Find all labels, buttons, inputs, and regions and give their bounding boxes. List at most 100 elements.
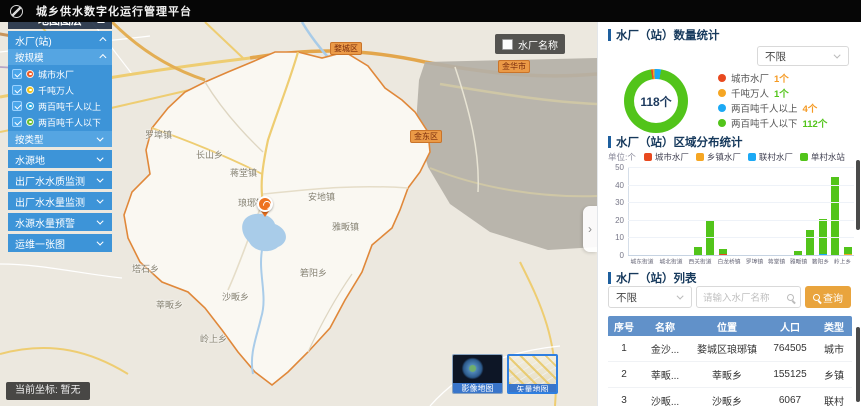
legend-value: 1个 bbox=[774, 71, 789, 85]
bar-legend-item[interactable]: 城市水厂 bbox=[644, 151, 689, 163]
checkbox-checked-icon[interactable] bbox=[12, 101, 22, 111]
imagery-thumbnail bbox=[453, 355, 502, 383]
layer-checkbox-item[interactable]: 城市水厂 bbox=[8, 66, 112, 82]
checkbox-checked-icon[interactable] bbox=[12, 69, 22, 79]
x-axis-label bbox=[765, 258, 766, 266]
layer-checkbox-item[interactable]: 千吨万人 bbox=[8, 82, 112, 98]
scale-checkbox-list: 城市水厂千吨万人两百吨千人以上两百吨千人以下 bbox=[8, 65, 112, 131]
sidebar-item-运维一张图[interactable]: 运维一张图 bbox=[8, 234, 112, 252]
donut-center: 118个 bbox=[634, 79, 678, 123]
legend-dot-icon bbox=[718, 89, 726, 97]
x-axis-label bbox=[787, 258, 788, 266]
legend-label: 联村水厂 bbox=[759, 151, 793, 163]
chevron-down-icon bbox=[97, 217, 104, 224]
stats-filter-dropdown[interactable]: 不限 bbox=[757, 46, 849, 66]
imagery-label: 影像地图 bbox=[453, 383, 502, 394]
table-cell: 沙畈... bbox=[640, 393, 690, 406]
sidebar-item-水源地[interactable]: 水源地 bbox=[8, 150, 112, 168]
bar-category bbox=[704, 221, 717, 256]
checkbox-checked-icon[interactable] bbox=[12, 117, 22, 127]
legend-dot-icon bbox=[718, 119, 726, 127]
search-icon bbox=[813, 294, 820, 301]
map-pin-icon bbox=[26, 102, 34, 110]
legend-label: 两百吨千人以下 bbox=[731, 116, 798, 130]
platform-logo-icon bbox=[10, 5, 23, 18]
scrollbar-thumb[interactable] bbox=[856, 327, 860, 402]
chevron-up-icon bbox=[99, 53, 106, 60]
title-accent-bar bbox=[608, 136, 611, 148]
sidebar-item-出厂水水量监测[interactable]: 出厂水水量监测 bbox=[8, 192, 112, 210]
bar-legend-item[interactable]: 联村水厂 bbox=[748, 151, 793, 163]
plant-name-search-input[interactable]: 请输入水厂名称 bbox=[696, 286, 801, 308]
distribution-section-title: 水厂（站）区域分布统计 bbox=[608, 134, 743, 150]
legend-label: 千吨万人 bbox=[731, 86, 769, 100]
chevron-down-icon bbox=[97, 154, 104, 161]
district-name-badge: 金东区 bbox=[410, 130, 442, 143]
stats-section-title: 水厂（站）数量统计 bbox=[608, 27, 720, 43]
grid-line bbox=[628, 202, 854, 203]
chevron-up-icon bbox=[99, 36, 106, 43]
plant-list-table: 序号 名称 位置 人口 类型 1金沙...婺城区琅琊镇764505城市2莘畈..… bbox=[608, 316, 852, 406]
legend-square-icon bbox=[644, 153, 652, 161]
map-pin-icon bbox=[26, 118, 34, 126]
grid-line bbox=[628, 237, 854, 238]
basemap-option-imagery[interactable]: 影像地图 bbox=[452, 354, 503, 394]
basemap-option-vector[interactable]: 矢量地图 bbox=[507, 354, 558, 394]
app-root: 城乡供水数字化运行管理平台 bbox=[0, 0, 861, 406]
x-axis-label: 白龙桥镇 bbox=[718, 258, 741, 266]
y-tick-label: 10 bbox=[615, 233, 624, 242]
legend-label: 两百吨千人以上 bbox=[731, 101, 798, 115]
plant-count-donut-chart: 118个 bbox=[624, 69, 688, 133]
map-pin-icon bbox=[26, 70, 34, 78]
table-row[interactable]: 1金沙...婺城区琅琊镇764505城市 bbox=[608, 336, 852, 362]
layer-checkbox-item[interactable]: 两百吨千人以上 bbox=[8, 98, 112, 114]
table-row[interactable]: 2莘畈...莘畈乡155125乡镇 bbox=[608, 362, 852, 388]
x-axis-label: 城东街道 bbox=[631, 258, 654, 266]
legend-square-icon bbox=[800, 153, 808, 161]
layer-checkbox-item[interactable]: 两百吨千人以下 bbox=[8, 114, 112, 130]
plant-name-toggle[interactable]: 水厂名称 bbox=[495, 34, 565, 54]
town-name-label: 塔石乡 bbox=[132, 262, 159, 275]
legend-label: 单村水站 bbox=[811, 151, 845, 163]
legend-label: 城市水厂 bbox=[731, 71, 769, 85]
chevron-down-icon bbox=[97, 196, 104, 203]
sidebar-item-水源水量预警[interactable]: 水源水量预警 bbox=[8, 213, 112, 231]
bar-legend-item[interactable]: 乡镇水厂 bbox=[696, 151, 741, 163]
legend-dot-icon bbox=[718, 74, 726, 82]
sidebar-group-by-scale[interactable]: 按规模 bbox=[8, 49, 112, 65]
top-header-bar: 城乡供水数字化运行管理平台 bbox=[0, 0, 861, 22]
layer-item-label: 城市水厂 bbox=[38, 68, 74, 81]
panel-collapse-tab[interactable]: › bbox=[583, 206, 597, 252]
bar-stack[interactable] bbox=[806, 230, 814, 256]
x-axis-label: 蒋堂镇 bbox=[768, 258, 785, 266]
bar-segment-单村水站 bbox=[844, 247, 852, 254]
grid-line bbox=[628, 220, 854, 221]
legend-square-icon bbox=[696, 153, 704, 161]
plant-name-checkbox[interactable] bbox=[502, 39, 513, 50]
table-cell: 金沙... bbox=[640, 341, 690, 356]
bar-legend-item[interactable]: 单村水站 bbox=[800, 151, 845, 163]
scrollbar-thumb[interactable] bbox=[856, 160, 860, 230]
chevron-down-icon bbox=[677, 292, 684, 299]
sidebar-item-label: 水源地 bbox=[15, 152, 45, 167]
query-button[interactable]: 查询 bbox=[805, 286, 851, 308]
table-row[interactable]: 3沙畈...沙畈乡6067联村 bbox=[608, 388, 852, 406]
grid-line bbox=[628, 185, 854, 186]
table-cell: 乡镇 bbox=[816, 367, 852, 382]
sidebar-item-water-plant[interactable]: 水厂(站) bbox=[8, 31, 112, 49]
bar-stack[interactable] bbox=[706, 221, 714, 256]
town-name-label: 沙畈乡 bbox=[222, 290, 249, 303]
water-plant-marker[interactable] bbox=[257, 196, 273, 218]
plant-name-toggle-label: 水厂名称 bbox=[518, 37, 558, 52]
sidebar-group-by-type[interactable]: 按类型 bbox=[8, 131, 112, 147]
col-header-location: 位置 bbox=[690, 319, 764, 334]
sidebar-item-出厂水水质监测[interactable]: 出厂水水质监测 bbox=[8, 171, 112, 189]
legend-label: 乡镇水厂 bbox=[707, 151, 741, 163]
list-filter-dropdown[interactable]: 不限 bbox=[608, 286, 692, 308]
legend-value: 1个 bbox=[774, 86, 789, 100]
x-axis-label bbox=[853, 258, 854, 266]
checkbox-checked-icon[interactable] bbox=[12, 85, 22, 95]
bar-chart-legend: 城市水厂 乡镇水厂 联村水厂 单村水站 bbox=[644, 151, 845, 163]
bar-stack[interactable] bbox=[831, 177, 839, 256]
table-cell: 沙畈乡 bbox=[690, 393, 764, 406]
